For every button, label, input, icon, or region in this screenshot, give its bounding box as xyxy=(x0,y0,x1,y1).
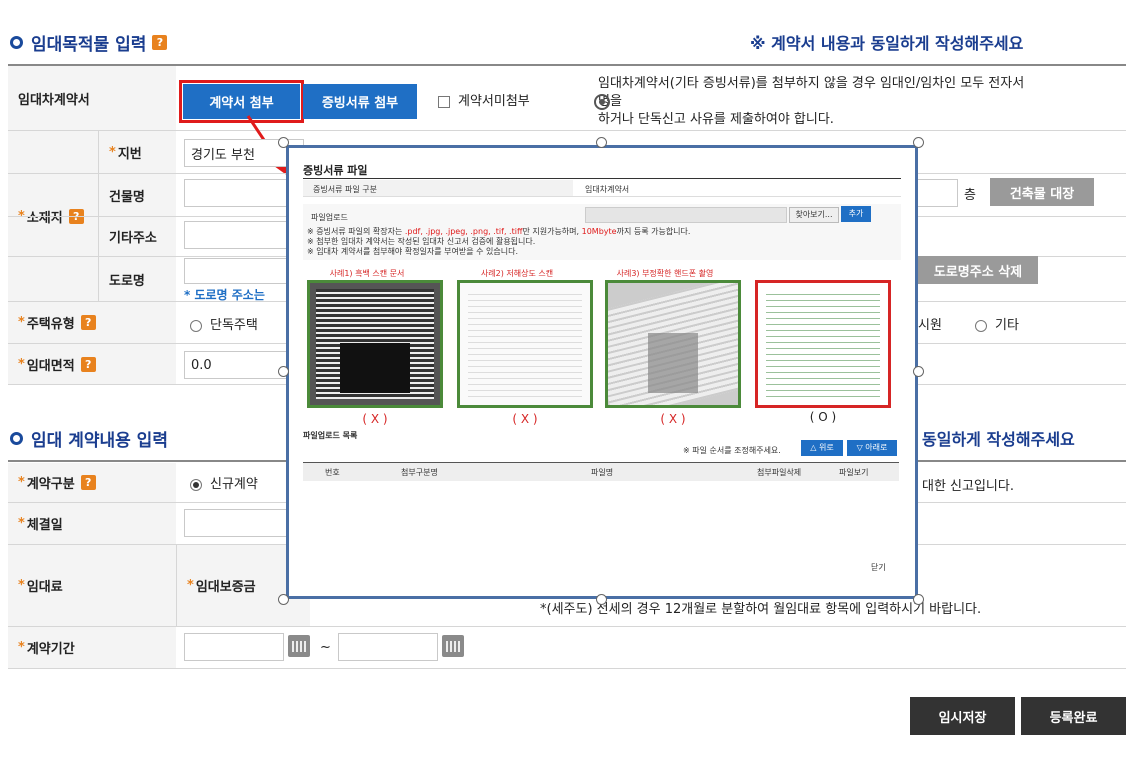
modal-type-row: 증빙서류 파일 구분 임대차계약서 xyxy=(303,180,901,197)
radio-single-house[interactable]: 단독주택 xyxy=(190,314,258,333)
resize-handle[interactable] xyxy=(278,137,289,148)
modal-type-label: 증빙서류 파일 구분 xyxy=(313,185,377,194)
contract-date-input[interactable] xyxy=(184,509,294,537)
col-number: 번호 xyxy=(325,468,340,477)
col-filename: 파일명 xyxy=(591,468,614,477)
calendar-icon[interactable] xyxy=(288,635,310,657)
example-mark-4: ( O ) xyxy=(809,410,837,424)
rent-area-input[interactable]: 0.0 xyxy=(184,351,294,379)
example-image-phone-photo xyxy=(605,280,741,408)
contract-note-3: 하거나 단독신고 사유를 제출하여야 합니다. xyxy=(598,112,834,127)
rent-label: * 임대료 xyxy=(8,545,176,626)
example-caption-1: 사례1) 흑백 스캔 문서 xyxy=(329,269,405,278)
attach-evidence-button[interactable]: 증빙서류 첨부 xyxy=(303,84,417,119)
period-start-input[interactable] xyxy=(184,633,284,661)
resize-handle[interactable] xyxy=(913,366,924,377)
modal-close-link[interactable]: 닫기 xyxy=(871,562,886,573)
col-delete: 첨부파일삭제 xyxy=(757,468,802,477)
contract-date-label: * 체결일 xyxy=(8,503,176,544)
modal-upload-label: 파일업로드 xyxy=(311,213,348,222)
upload-list-header: 번호 첨부구분명 파일명 첨부파일삭제 파일보기 xyxy=(303,462,899,482)
calendar-icon[interactable] xyxy=(442,635,464,657)
house-type-label: * 주택유형 ? xyxy=(8,302,176,343)
upload-list-title: 파일업로드 목록 xyxy=(303,431,358,440)
radio-new-contract[interactable]: 신규계약 xyxy=(190,473,258,492)
contract-type-desc: 대한 신고입니다. xyxy=(922,479,1014,494)
radio-other[interactable]: 기타 xyxy=(975,314,1019,333)
notice-same-as-contract-2: 동일하게 작성해주세요 xyxy=(922,430,1075,449)
order-note: ※ 파일 순서를 조정해주세요. xyxy=(683,446,781,455)
example-mark-1: ( X ) xyxy=(362,412,388,426)
browse-button[interactable]: 찾아보기... xyxy=(789,207,839,223)
road-label: 도로명 xyxy=(98,257,176,301)
rent-area-label: * 임대면적 ? xyxy=(8,344,176,384)
modal-title: 증빙서류 파일 xyxy=(303,164,368,177)
add-file-button[interactable]: 추가 xyxy=(841,206,871,222)
modal-type-value: 임대차계약서 xyxy=(585,185,630,194)
section-title-property: 임대목적물 입력 ? xyxy=(10,30,168,55)
resize-handle[interactable] xyxy=(596,137,607,148)
floor-suffix: 층 xyxy=(964,188,976,203)
resize-handle[interactable] xyxy=(278,594,289,605)
contract-type-label: * 계약구분 ? xyxy=(8,463,176,502)
checkbox-box[interactable] xyxy=(438,95,450,108)
resize-handle[interactable] xyxy=(596,594,607,605)
example-image-correct xyxy=(755,280,891,408)
floor-input[interactable] xyxy=(916,179,958,207)
radio-circle-selected[interactable] xyxy=(190,478,202,491)
building-registry-button[interactable]: 건축물 대장 xyxy=(990,178,1094,206)
resize-handle[interactable] xyxy=(278,366,289,377)
example-caption-3: 사례3) 부정확한 핸드폰 촬영 xyxy=(616,269,714,278)
help-icon[interactable]: ? xyxy=(80,315,96,330)
other-address-label: 기타주소 xyxy=(98,217,176,256)
building-label: 건물명 xyxy=(98,174,176,216)
temp-save-button[interactable]: 임시저장 xyxy=(910,697,1015,735)
modal-upload-row: 파일업로드 찾아보기... 추가 ※ 증빙서류 파일의 확장자는 .pdf, .… xyxy=(303,204,901,260)
rotate-handle-icon[interactable] xyxy=(592,92,612,112)
example-image-bw-scan xyxy=(307,280,443,408)
resize-handle[interactable] xyxy=(913,594,924,605)
resize-handle[interactable] xyxy=(913,137,924,148)
upload-file-input[interactable] xyxy=(585,207,787,223)
period-separator: ~ xyxy=(320,640,331,655)
help-icon[interactable]: ? xyxy=(152,35,168,50)
example-mark-3: ( X ) xyxy=(660,412,686,426)
contract-note-1: 임대차계약서(기타 증빙서류)를 첨부하지 않을 경우 임대인/임차인 모두 전… xyxy=(598,76,1025,91)
col-view: 파일보기 xyxy=(839,468,869,477)
complete-button[interactable]: 등록완료 xyxy=(1021,697,1126,735)
example-caption-2: 사례2) 저해상도 스캔 xyxy=(480,269,554,278)
road-delete-button[interactable]: 도로명주소 삭제 xyxy=(918,256,1038,284)
period-end-input[interactable] xyxy=(338,633,438,661)
modal-note-3: ※ 임대차 계약서를 첨부해야 확정일자를 부여받을 수 있습니다. xyxy=(307,247,519,256)
move-up-button[interactable]: △ 위로 xyxy=(801,440,843,456)
radio-officetel: 시원 xyxy=(918,318,942,333)
modal-title-divider xyxy=(303,178,901,179)
period-label: * 계약기간 xyxy=(8,627,176,668)
radio-circle[interactable] xyxy=(190,319,202,332)
move-down-button[interactable]: ▽ 아래로 xyxy=(847,440,897,456)
contract-label: 임대차계약서 xyxy=(8,66,176,130)
no-contract-checkbox[interactable]: 계약서미첨부 xyxy=(438,90,530,109)
help-icon[interactable]: ? xyxy=(80,475,96,490)
help-icon[interactable]: ? xyxy=(80,356,96,372)
upload-list-body xyxy=(303,481,899,551)
example-mark-2: ( X ) xyxy=(512,412,538,426)
col-type: 첨부구분명 xyxy=(401,468,438,477)
section-title-contract: 임대 계약내용 입력 xyxy=(10,426,168,451)
circle-bullet-icon xyxy=(10,36,23,49)
example-image-low-res xyxy=(457,280,593,408)
radio-circle[interactable] xyxy=(975,319,987,332)
evidence-file-modal: 증빙서류 파일 증빙서류 파일 구분 임대차계약서 파일업로드 찾아보기... … xyxy=(286,145,918,599)
circle-bullet-icon xyxy=(10,432,23,445)
jibun-label: * 지번 xyxy=(98,131,176,173)
notice-same-as-contract: ※ 계약서 내용과 동일하게 작성해주세요 xyxy=(750,34,1024,53)
